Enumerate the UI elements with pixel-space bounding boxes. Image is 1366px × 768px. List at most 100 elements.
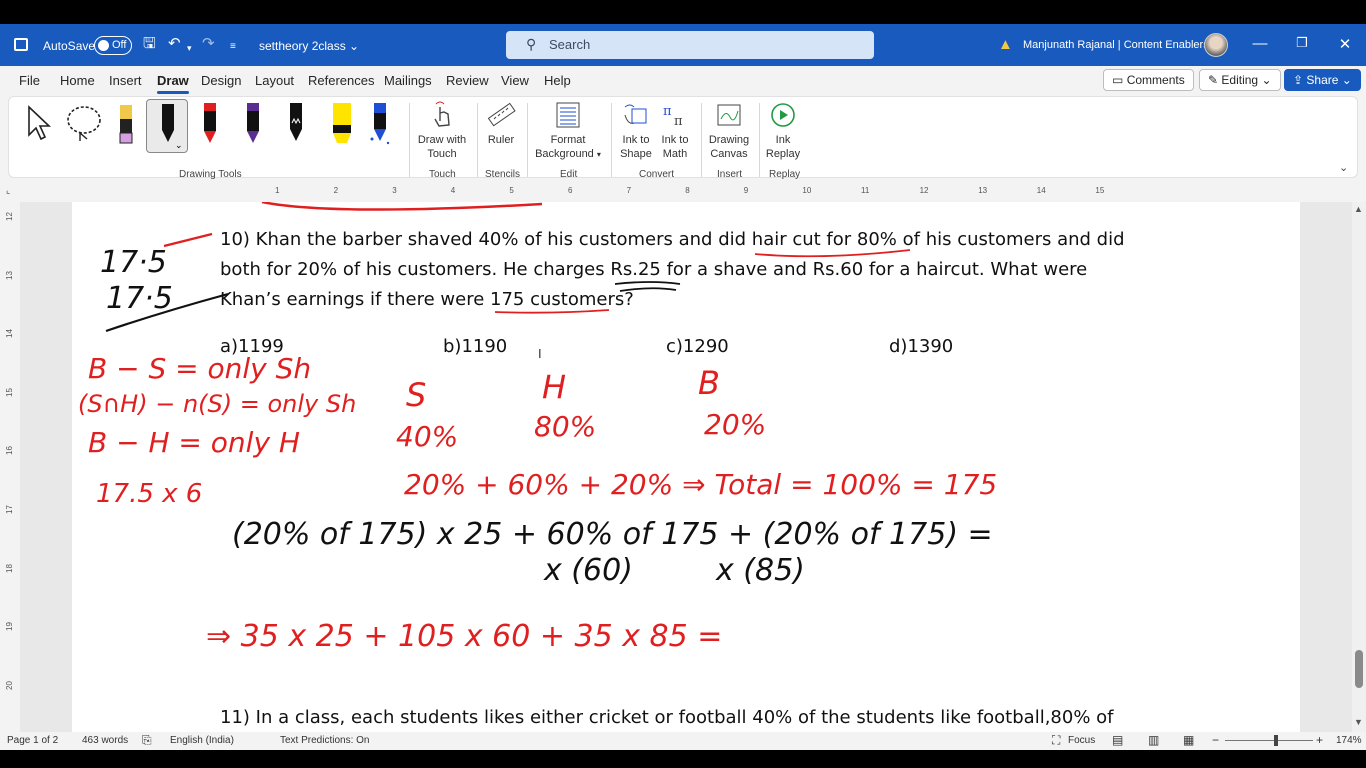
pattern-pen-icon[interactable] bbox=[285, 103, 307, 147]
eraser-icon[interactable] bbox=[115, 103, 137, 147]
share-button[interactable]: ⇪ Share ⌄ bbox=[1284, 69, 1361, 91]
separator bbox=[759, 103, 760, 177]
tab-file[interactable]: File bbox=[19, 73, 40, 88]
ink-pct-h: 80% bbox=[534, 410, 596, 443]
group-label-stencils: Stencils bbox=[485, 169, 521, 180]
ruler-number: 7 bbox=[626, 186, 632, 195]
word-count[interactable]: 463 words bbox=[82, 735, 128, 746]
ruler-number: 8 bbox=[685, 186, 690, 195]
page-count[interactable]: Page 1 of 2 bbox=[7, 735, 58, 746]
print-layout-icon[interactable]: ▥ bbox=[1148, 733, 1159, 747]
drawing-canvas-button[interactable]: Drawing Canvas bbox=[707, 101, 751, 161]
ink-replay-button[interactable]: Ink Replay bbox=[763, 101, 803, 161]
focus-label[interactable]: Focus bbox=[1068, 735, 1095, 746]
select-cursor-icon[interactable] bbox=[25, 105, 51, 141]
ruler-button[interactable]: Ruler bbox=[483, 101, 519, 147]
editing-mode-button[interactable]: ✎ Editing ⌄ bbox=[1199, 69, 1281, 91]
vertical-scrollbar[interactable]: ▲ ▼ bbox=[1352, 202, 1366, 732]
tab-references[interactable]: References bbox=[308, 73, 374, 88]
tab-mailings[interactable]: Mailings bbox=[384, 73, 432, 88]
group-label-touch: Touch bbox=[429, 169, 456, 180]
close-icon[interactable]: ✕ bbox=[1335, 35, 1355, 53]
ink-to-shape-button[interactable]: Ink to Shape bbox=[617, 101, 655, 161]
avatar[interactable] bbox=[1204, 33, 1228, 57]
scroll-up-icon[interactable]: ▲ bbox=[1354, 204, 1363, 214]
ruler-number: 14 bbox=[1036, 186, 1046, 195]
web-layout-icon[interactable]: ▦ bbox=[1183, 733, 1194, 747]
undo-dropdown-icon[interactable]: ▾ bbox=[187, 39, 192, 57]
zoom-in-icon[interactable]: + bbox=[1316, 733, 1323, 747]
undo-icon[interactable]: ↶ bbox=[168, 35, 181, 53]
save-icon[interactable]: 🖫 bbox=[143, 35, 156, 53]
document-page[interactable]: 10) Khan the barber shaved 40% of his cu… bbox=[72, 202, 1300, 732]
lasso-select-icon[interactable] bbox=[65, 103, 105, 143]
language[interactable]: English (India) bbox=[170, 735, 234, 746]
text-predictions[interactable]: Text Predictions: On bbox=[280, 735, 369, 746]
screen-bottom-bar bbox=[0, 750, 1366, 768]
tab-insert[interactable]: Insert bbox=[109, 73, 142, 88]
redo-icon[interactable]: ↷ bbox=[202, 35, 215, 53]
question-10-line-2: both for 20% of his customers. He charge… bbox=[220, 259, 1088, 280]
pen-black-selected[interactable]: ⌄ bbox=[146, 99, 188, 153]
tab-help[interactable]: Help bbox=[544, 73, 571, 88]
warning-icon[interactable]: ▲ bbox=[998, 36, 1013, 53]
user-name[interactable]: Manjunath Rajanal | Content Enablers bbox=[1023, 39, 1209, 51]
tab-review[interactable]: Review bbox=[446, 73, 489, 88]
tab-draw[interactable]: Draw bbox=[157, 73, 189, 94]
group-label-insert: Insert bbox=[717, 169, 743, 180]
ink-to-math-label-1: Ink to bbox=[661, 134, 689, 146]
collapse-ribbon-icon[interactable]: ⌄ bbox=[1339, 161, 1348, 174]
autosave-toggle[interactable]: Off bbox=[94, 36, 132, 55]
ink-note-1: 17·5 bbox=[100, 245, 167, 280]
proofing-icon[interactable]: ⎘ bbox=[142, 733, 152, 748]
svg-text:π: π bbox=[663, 104, 672, 119]
scrollbar-thumb[interactable] bbox=[1355, 650, 1363, 688]
ruler-number: 10 bbox=[802, 186, 812, 195]
tab-selector-icon[interactable]: ⌞ bbox=[6, 185, 10, 196]
restore-icon[interactable]: ❐ bbox=[1292, 35, 1312, 51]
ruler-number: 4 bbox=[450, 186, 456, 195]
ruler-label: Ruler bbox=[487, 134, 515, 146]
search-box[interactable]: ⚲ Search bbox=[506, 31, 874, 59]
ink-to-math-button[interactable]: ππ Ink to Math bbox=[657, 101, 693, 161]
word-logo-icon[interactable] bbox=[14, 38, 28, 51]
screen-top-bar bbox=[0, 0, 1366, 24]
minimize-icon[interactable]: — bbox=[1250, 35, 1270, 52]
ruler-number: 13 bbox=[978, 186, 988, 195]
zoom-slider-thumb[interactable] bbox=[1274, 735, 1278, 746]
draw-with-touch-button[interactable]: Draw with Touch bbox=[415, 101, 469, 161]
search-icon: ⚲ bbox=[526, 36, 537, 52]
comments-label: Comments bbox=[1126, 73, 1185, 87]
vertical-ruler-number: 14 bbox=[4, 329, 14, 339]
zoom-level[interactable]: 174% bbox=[1336, 735, 1362, 746]
highlighter-icon[interactable] bbox=[327, 103, 357, 147]
horizontal-ruler[interactable]: 1 2 3 4 5 6 7 8 9 10 11 12 13 14 15 bbox=[72, 186, 1300, 198]
format-background-button[interactable]: Format Background ▾ bbox=[533, 101, 603, 162]
red-pen-icon[interactable] bbox=[199, 103, 221, 147]
zoom-slider-track[interactable] bbox=[1225, 740, 1313, 741]
pen-dropdown-icon[interactable]: ⌄ bbox=[175, 140, 183, 151]
scroll-down-icon[interactable]: ▼ bbox=[1354, 717, 1363, 727]
zoom-out-icon[interactable]: − bbox=[1212, 733, 1219, 747]
ruler-number: 3 bbox=[392, 186, 397, 195]
drawing-canvas-icon bbox=[717, 104, 741, 126]
tab-layout[interactable]: Layout bbox=[255, 73, 294, 88]
quick-access-customize-icon[interactable]: ≡ bbox=[230, 38, 236, 56]
separator bbox=[701, 103, 702, 177]
ink-expression-2b: x (85) bbox=[715, 553, 805, 588]
svg-text:π: π bbox=[674, 114, 683, 129]
document-name[interactable]: settheory 2class ⌄ bbox=[259, 39, 359, 53]
read-mode-icon[interactable]: ▤ bbox=[1112, 733, 1123, 747]
separator bbox=[477, 103, 478, 177]
ruler-number: 12 bbox=[919, 186, 929, 195]
ink-to-shape-label-1: Ink to bbox=[622, 134, 650, 146]
purple-pen-icon[interactable] bbox=[242, 103, 264, 147]
comments-button[interactable]: ▭ Comments bbox=[1103, 69, 1194, 91]
focus-icon[interactable]: ⛶ bbox=[1052, 733, 1060, 748]
tab-view[interactable]: View bbox=[501, 73, 529, 88]
tab-home[interactable]: Home bbox=[60, 73, 95, 88]
vertical-ruler[interactable]: 12 13 14 15 16 17 18 19 20 bbox=[0, 202, 20, 732]
glitter-pen-icon[interactable] bbox=[369, 103, 391, 147]
pencil-icon: ✎ bbox=[1208, 73, 1219, 87]
tab-design[interactable]: Design bbox=[201, 73, 241, 88]
